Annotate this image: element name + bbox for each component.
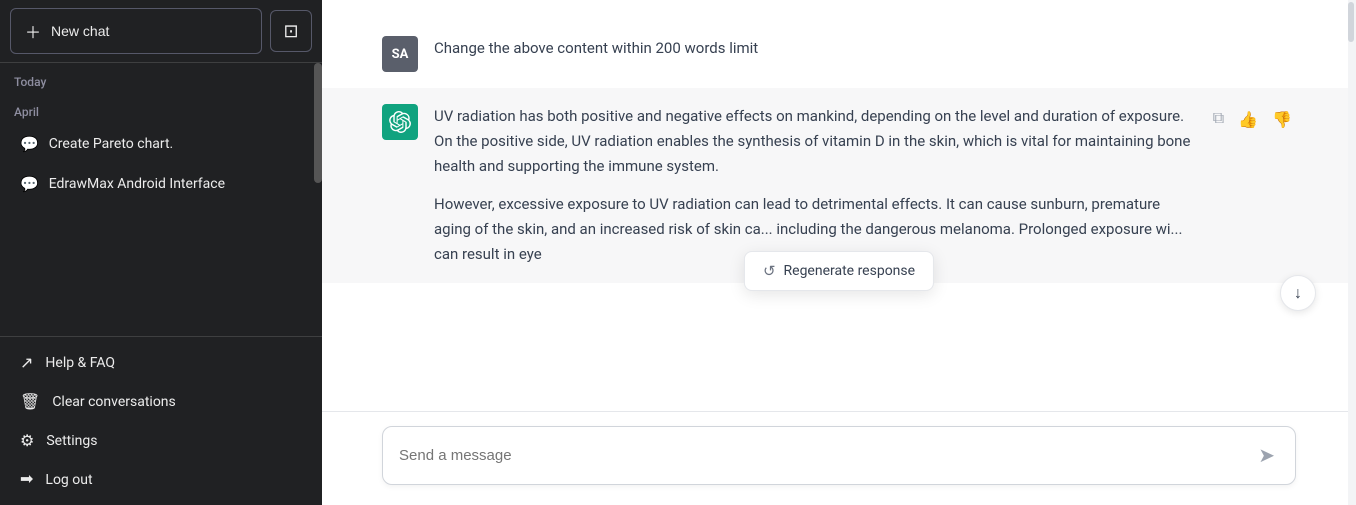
- gear-icon: ⚙: [20, 431, 34, 450]
- user-message-text: Change the above content within 200 word…: [434, 39, 758, 57]
- new-chat-button[interactable]: ＋ New chat: [10, 8, 262, 54]
- april-section-label: April: [0, 93, 322, 123]
- message-input-box: ➤: [382, 426, 1296, 485]
- send-button[interactable]: ➤: [1254, 439, 1279, 472]
- input-area: ➤: [322, 411, 1356, 505]
- scroll-indicator: [314, 63, 322, 183]
- thumbdown-icon: 👎: [1272, 112, 1292, 129]
- thumbup-button[interactable]: 👍: [1234, 106, 1262, 134]
- scroll-to-bottom-button[interactable]: ↓: [1280, 275, 1316, 311]
- main-content: SA Change the above content within 200 w…: [322, 0, 1356, 505]
- today-section-label: Today: [0, 63, 322, 93]
- chat-icon: 💬: [20, 135, 39, 153]
- external-link-icon: ↗: [20, 353, 33, 372]
- logout-icon: ⬅: [20, 470, 33, 489]
- regenerate-popup[interactable]: ↺ Regenerate response: [744, 251, 934, 291]
- user-message-row: SA Change the above content within 200 w…: [322, 20, 1356, 88]
- message-actions: ⧉ 👍 👎: [1209, 104, 1296, 267]
- scrollbar-thumb: [1348, 2, 1354, 42]
- layout-icon: ⊡: [283, 21, 298, 42]
- openai-logo: [389, 111, 411, 133]
- settings-label: Settings: [46, 433, 97, 449]
- copy-icon: ⧉: [1213, 110, 1224, 127]
- regenerate-label: Regenerate response: [784, 263, 916, 279]
- chat-item-edrawmax[interactable]: 💬 EdrawMax Android Interface: [6, 165, 316, 203]
- thumbup-icon: 👍: [1238, 112, 1258, 129]
- clear-conversations-item[interactable]: 🗑 Clear conversations: [6, 382, 316, 421]
- clear-conversations-label: Clear conversations: [52, 394, 175, 410]
- regenerate-icon: ↺: [763, 262, 776, 280]
- ai-avatar: [382, 104, 418, 140]
- user-message-content: Change the above content within 200 word…: [434, 36, 1234, 72]
- sidebar-footer: ↗ Help & FAQ 🗑 Clear conversations ⚙ Set…: [0, 336, 322, 505]
- plus-icon: ＋: [25, 19, 41, 43]
- sidebar-body: Today April 💬 Create Pareto chart. 💬 Edr…: [0, 63, 322, 336]
- sidebar: ＋ New chat ⊡ Today April 💬 Create Pareto…: [0, 0, 322, 505]
- layout-toggle-button[interactable]: ⊡: [270, 10, 312, 52]
- chat-item-create-pareto[interactable]: 💬 Create Pareto chart.: [6, 125, 316, 163]
- help-faq-item[interactable]: ↗ Help & FAQ: [6, 343, 316, 382]
- send-icon: ➤: [1258, 443, 1275, 468]
- sidebar-header: ＋ New chat ⊡: [0, 0, 322, 63]
- new-chat-label: New chat: [51, 23, 109, 39]
- chat-icon-2: 💬: [20, 175, 39, 193]
- chat-item-label: Create Pareto chart.: [49, 136, 174, 152]
- user-avatar: SA: [382, 36, 418, 72]
- logout-item[interactable]: ⬅ Log out: [6, 460, 316, 499]
- right-scrollbar[interactable]: [1348, 0, 1356, 505]
- logout-label: Log out: [45, 472, 92, 488]
- chevron-down-icon: ↓: [1294, 283, 1302, 303]
- chat-item-label-2: EdrawMax Android Interface: [49, 176, 225, 192]
- thumbdown-button[interactable]: 👎: [1268, 106, 1296, 134]
- chat-area: SA Change the above content within 200 w…: [322, 0, 1356, 411]
- trash-icon: 🗑: [20, 392, 40, 411]
- help-faq-label: Help & FAQ: [45, 355, 115, 371]
- message-input[interactable]: [399, 447, 1254, 464]
- settings-item[interactable]: ⚙ Settings: [6, 421, 316, 460]
- ai-message-content: UV radiation has both positive and negat…: [434, 104, 1193, 267]
- copy-button[interactable]: ⧉: [1209, 106, 1228, 132]
- ai-paragraph-1: UV radiation has both positive and negat…: [434, 104, 1193, 178]
